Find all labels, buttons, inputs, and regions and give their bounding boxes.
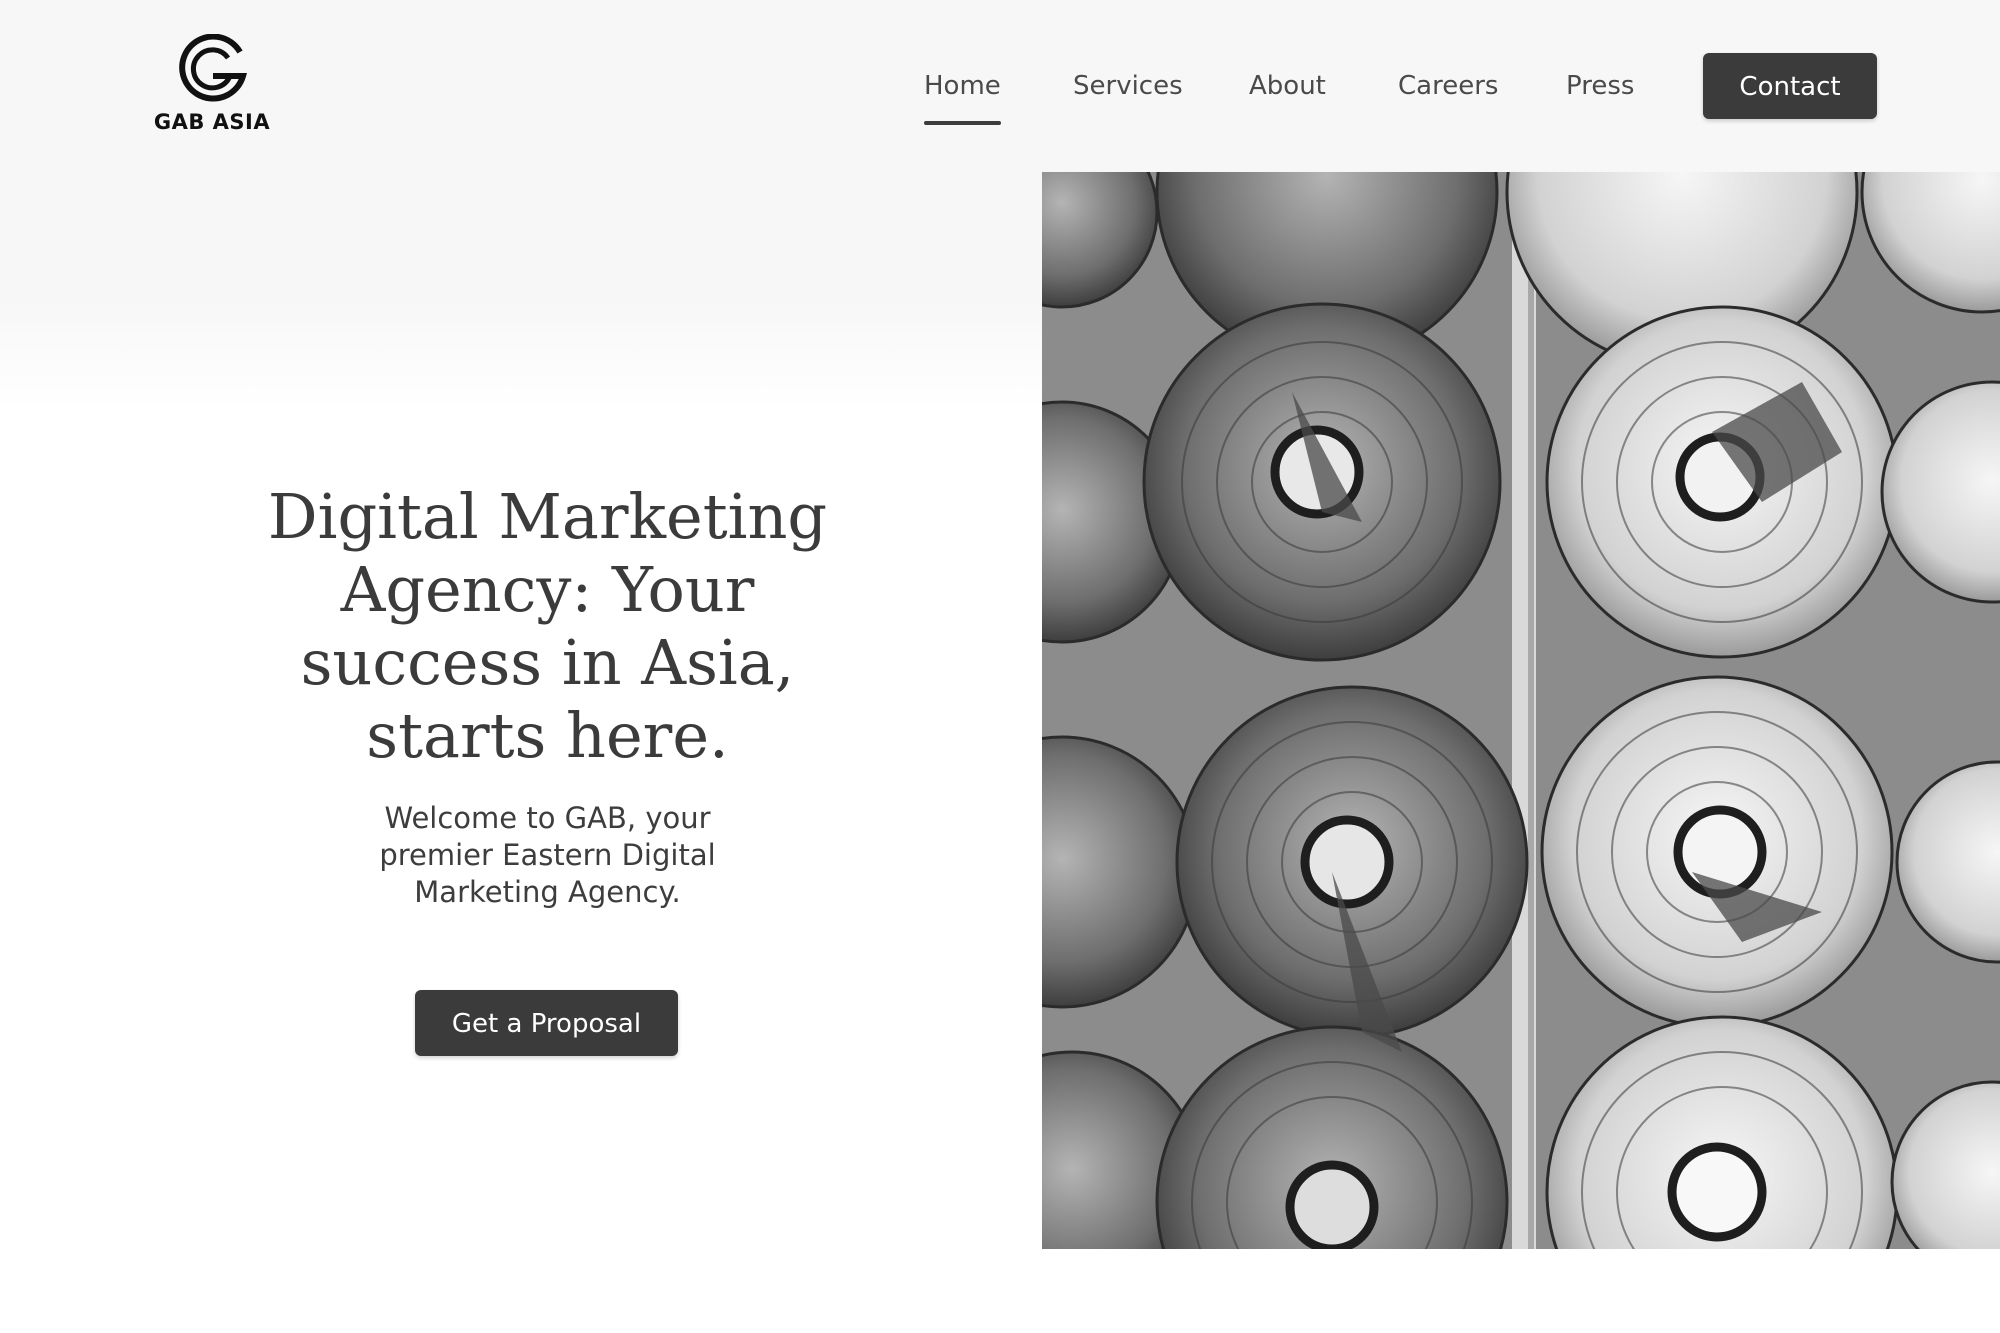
contact-button[interactable]: Contact bbox=[1703, 53, 1877, 119]
nav-home[interactable]: Home bbox=[924, 53, 1001, 125]
get-proposal-button[interactable]: Get a Proposal bbox=[415, 990, 678, 1056]
brand-logo[interactable]: GAB ASIA bbox=[149, 34, 275, 136]
nav-about[interactable]: About bbox=[1249, 53, 1326, 125]
lanterns-illustration bbox=[1042, 172, 2000, 1249]
brand-name: GAB ASIA bbox=[153, 110, 271, 134]
g-logo-icon bbox=[179, 34, 247, 102]
hero-image bbox=[1042, 172, 2000, 1249]
hero-title: Digital Marketing Agency: Your success i… bbox=[267, 480, 828, 772]
hero-subtitle: Welcome to GAB, your premier Eastern Dig… bbox=[379, 801, 716, 909]
nav-careers[interactable]: Careers bbox=[1398, 53, 1498, 125]
nav-press[interactable]: Press bbox=[1566, 53, 1634, 125]
nav-services[interactable]: Services bbox=[1073, 53, 1183, 125]
